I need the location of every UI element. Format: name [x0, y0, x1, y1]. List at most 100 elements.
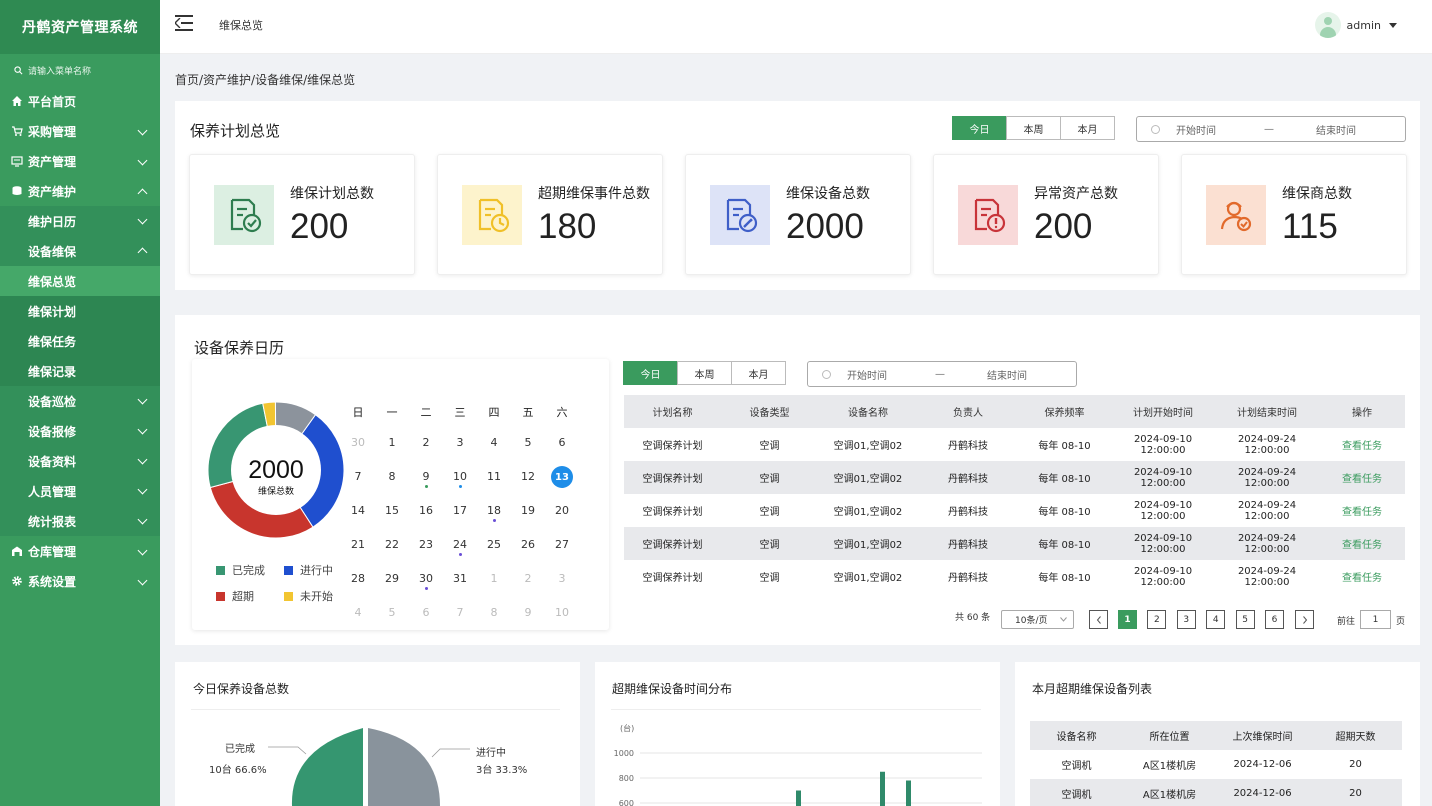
search-icon [14, 65, 23, 74]
table-cell: 空调01,空调02 [833, 474, 903, 485]
calendar-day[interactable]: 4 [479, 436, 509, 449]
calendar-day[interactable]: 10 [445, 470, 475, 483]
sidebar-item-reports[interactable]: 统计报表 [0, 506, 160, 536]
menu-search[interactable]: 请输入菜单名称 [0, 54, 160, 86]
calendar-day[interactable]: 7 [445, 606, 475, 619]
user-menu[interactable]: admin [1314, 12, 1397, 38]
sidebar-item-maintenance-calendar[interactable]: 维护日历 [0, 206, 160, 236]
page-button[interactable]: 1 [1118, 610, 1137, 629]
tab-week[interactable]: 本周 [1006, 116, 1061, 140]
sidebar-item-settings[interactable]: 系统设置 [0, 566, 160, 596]
view-task-link[interactable]: 查看任务 [1319, 569, 1405, 584]
calendar-day[interactable]: 27 [547, 538, 577, 551]
tab-month[interactable]: 本月 [731, 361, 786, 385]
calendar-day[interactable]: 6 [411, 606, 441, 619]
calendar-title: 设备保养日历 [194, 339, 285, 357]
plan-date-range[interactable]: 开始时间 — 结束时间 [807, 361, 1077, 387]
prev-page-button[interactable] [1089, 610, 1108, 629]
sidebar-item-device-maintenance[interactable]: 设备维保 [0, 236, 160, 266]
sidebar-item-plan[interactable]: 维保计划 [0, 296, 160, 326]
calendar-day[interactable]: 24 [445, 538, 475, 551]
calendar-day[interactable]: 17 [445, 504, 475, 517]
calendar-day[interactable]: 9 [411, 470, 441, 483]
next-page-button[interactable] [1295, 610, 1314, 629]
tab-today[interactable]: 今日 [952, 116, 1007, 140]
sidebar-item-label: 采购管理 [28, 124, 77, 139]
page-button[interactable]: 4 [1206, 610, 1226, 629]
top-header: 维保总览 admin [160, 0, 1432, 54]
sidebar-item-repair[interactable]: 设备报修 [0, 416, 160, 446]
table-header: 设备名称 所在位置 上次维保时间 超期天数 [1030, 721, 1402, 750]
sidebar-item-warehouse[interactable]: 仓库管理 [0, 536, 160, 566]
sidebar-item-inspection[interactable]: 设备巡检 [0, 386, 160, 416]
calendar-day[interactable]: 21 [343, 538, 373, 551]
overview-date-range[interactable]: 开始时间 — 结束时间 [1136, 116, 1406, 142]
calendar-day[interactable]: 5 [377, 606, 407, 619]
page-button[interactable]: 5 [1235, 610, 1255, 629]
calendar-day[interactable]: 1 [377, 436, 407, 449]
calendar-day[interactable]: 30 [343, 436, 373, 449]
sidebar-item-overview[interactable]: 维保总览 [0, 266, 160, 296]
page-button[interactable]: 2 [1147, 610, 1167, 629]
calendar-day[interactable]: 25 [479, 538, 509, 551]
calendar-day[interactable]: 23 [411, 538, 441, 551]
view-task-link[interactable]: 查看任务 [1319, 536, 1405, 551]
calendar-day[interactable]: 4 [343, 606, 373, 619]
calendar-day[interactable]: 30 [411, 572, 441, 585]
sidebar-item-maintenance[interactable]: 资产维护 [0, 176, 160, 206]
tab-today[interactable]: 今日 [623, 361, 678, 385]
sidebar-item-purchase[interactable]: 采购管理 [0, 116, 160, 146]
calendar-day[interactable]: 29 [377, 572, 407, 585]
page-button[interactable]: 3 [1176, 610, 1196, 629]
goto-page-input[interactable]: 1 [1360, 610, 1391, 629]
calendar-day[interactable]: 10 [547, 606, 577, 619]
sidebar-item-staff[interactable]: 人员管理 [0, 476, 160, 506]
sidebar-item-assets[interactable]: 资产管理 [0, 146, 160, 176]
calendar-day[interactable]: 20 [547, 504, 577, 517]
calendar-day[interactable]: 8 [479, 606, 509, 619]
menu-collapse-icon[interactable] [175, 15, 193, 31]
calendar-day[interactable]: 1 [479, 572, 509, 585]
sidebar-item-label: 系统设置 [28, 574, 77, 589]
calendar-day[interactable]: 3 [445, 436, 475, 449]
calendar-day[interactable]: 31 [445, 572, 475, 585]
calendar-day[interactable]: 9 [513, 606, 543, 619]
tab-week[interactable]: 本周 [677, 361, 732, 385]
y-tick-label: 600 [619, 799, 634, 806]
calendar-day[interactable]: 2 [411, 436, 441, 449]
calendar-day[interactable]: 15 [377, 504, 407, 517]
page-button[interactable]: 6 [1265, 610, 1284, 629]
calendar-day[interactable]: 12 [513, 470, 543, 483]
calendar-day[interactable]: 8 [377, 470, 407, 483]
calendar-day[interactable]: 5 [513, 436, 543, 449]
view-task-link[interactable]: 查看任务 [1319, 503, 1405, 518]
sidebar-item-record[interactable]: 维保记录 [0, 356, 160, 386]
calendar-day[interactable]: 6 [547, 436, 577, 449]
sidebar-item-home[interactable]: 平台首页 [0, 86, 160, 116]
calendar-day[interactable]: 11 [479, 470, 509, 483]
calendar-day[interactable]: 19 [513, 504, 543, 517]
page-size-select[interactable]: 10条/页 [1001, 610, 1074, 629]
calendar-day[interactable]: 26 [513, 538, 543, 551]
calendar-day[interactable]: 18 [479, 504, 509, 517]
goto-label: 前往 [1337, 617, 1356, 627]
sidebar-item-docs[interactable]: 设备资料 [0, 446, 160, 476]
table-cell: 2024-09-10 12:00:00 [1133, 433, 1193, 456]
calendar-day[interactable]: 2 [513, 572, 543, 585]
legend-overdue: 超期 [216, 588, 254, 604]
calendar-day[interactable]: 28 [343, 572, 373, 585]
calendar-day[interactable]: 14 [343, 504, 373, 517]
tab-month[interactable]: 本月 [1060, 116, 1115, 140]
weekday-header: 日 [352, 406, 364, 419]
view-task-link[interactable]: 查看任务 [1319, 437, 1405, 452]
engineer-icon [1206, 185, 1266, 245]
calendar-day[interactable]: 3 [547, 572, 577, 585]
sidebar-item-task[interactable]: 维保任务 [0, 326, 160, 356]
calendar-day[interactable]: 16 [411, 504, 441, 517]
view-task-link[interactable]: 查看任务 [1319, 470, 1405, 485]
calendar-day[interactable]: 22 [377, 538, 407, 551]
page-size-value: 10条/页 [1015, 616, 1048, 626]
table-cell: 丹鹤科技 [948, 474, 988, 485]
pagination-total: 共 60 条 [955, 613, 991, 623]
calendar-day[interactable]: 7 [343, 470, 373, 483]
